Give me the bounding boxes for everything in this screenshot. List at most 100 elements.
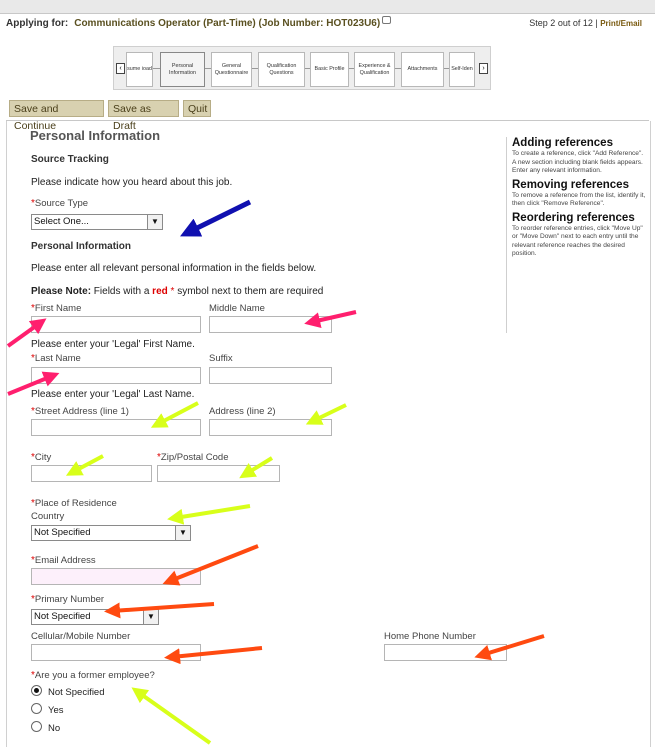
zip-input[interactable] [157,465,280,482]
help-reordering-text: To reorder reference entries, click "Mov… [512,224,643,258]
former-not-specified-radio[interactable] [31,685,42,696]
city-label-text: City [34,452,52,463]
comment-bubble-icon[interactable] [382,16,392,24]
quit-button[interactable]: Quit [183,100,211,117]
residence-label-text: Place of Residence [34,498,117,509]
last-name-hint: Please enter your 'Legal' Last Name. [31,389,195,400]
middle-name-input[interactable] [209,316,332,333]
step-label: Qualification Questions [266,62,297,76]
email-label-text: Email Address [34,555,96,566]
residence-label: *Place of Residence [31,498,117,509]
primary-number-select[interactable]: Not Specified ▼ [31,609,159,625]
first-name-hint: Please enter your 'Legal' First Name. [31,339,195,350]
note-red: red [152,286,168,297]
help-adding-text: To create a reference, click "Add Refere… [512,150,644,174]
step-label: Personal Information [169,62,196,76]
home-phone-input[interactable] [384,644,507,661]
city-input[interactable] [31,465,152,482]
email-input[interactable] [31,568,201,585]
home-phone-label: Home Phone Number [384,631,476,642]
street-address-input[interactable] [31,419,201,436]
former-no-radio[interactable] [31,721,42,732]
country-value: Not Specified [34,527,91,538]
help-removing-title: Removing references [512,178,629,191]
source-intro-text: Please indicate how you heard about this… [31,177,233,188]
middle-name-label: Middle Name [209,303,265,314]
source-type-select[interactable]: Select One... ▼ [31,214,163,230]
source-tracking-heading: Source Tracking [31,154,109,165]
primary-number-value: Not Specified [34,611,91,622]
step-navigator: ‹ › sume ioad Personal Information Gener… [113,46,491,90]
note-mid: Fields with a [91,286,153,297]
job-title: Communications Operator (Part-Time) (Job… [74,18,381,29]
help-adding-title: Adding references [512,137,613,149]
scroll-left-icon[interactable]: ‹ [116,63,125,74]
city-label: *City [31,452,51,463]
source-type-label: *Source Type [31,198,88,209]
source-type-value: Select One... [34,216,89,227]
step-personal-information[interactable]: Personal Information [160,52,205,87]
first-name-label: *First Name [31,303,81,314]
address-line2-label: Address (line 2) [209,406,276,417]
help-sidebar: Adding references To create a reference,… [506,137,648,333]
step-resume-upload[interactable]: sume ioad [126,52,153,87]
last-name-input[interactable] [31,367,201,384]
last-name-label-text: Last Name [34,353,81,364]
save-and-continue-button[interactable]: Save and Continue [9,100,104,132]
former-no-label: No [48,723,61,734]
former-employee-label-text: Are you a former employee? [34,670,155,681]
suffix-input[interactable] [209,367,332,384]
step-indicator: Step 2 out of 12 | Print/Email [529,18,642,28]
step-experience-qualification[interactable]: Experience & Qualification [354,52,395,87]
step-self-identification[interactable]: Self-Iden [449,52,475,87]
save-as-draft-button[interactable]: Save as Draft [108,100,179,132]
former-yes-label: Yes [48,705,64,716]
primary-number-label: *Primary Number [31,594,104,605]
note-suffix: symbol next to them are required [177,286,324,297]
chevron-down-icon: ▼ [143,610,158,624]
step-general-questionnaire[interactable]: General Questionnaire [211,52,252,87]
note-star: * [167,286,178,297]
help-removing-text: To remove a reference from the list, ide… [512,191,646,208]
step-basic-profile[interactable]: Basic Profile [310,52,349,87]
help-reordering-title: Reordering references [512,211,635,224]
source-type-label-text: Source Type [34,198,89,209]
scroll-right-icon[interactable]: › [479,63,488,74]
step-label: Attachments [407,66,438,72]
zip-label: *Zip/Postal Code [157,452,229,463]
cell-label: Cellular/Mobile Number [31,631,131,642]
step-label: Experience & Qualification [358,62,391,76]
required-note: Please Note: Fields with a red * symbol … [31,286,323,297]
personal-intro-text: Please enter all relevant personal infor… [31,263,317,274]
last-name-label: *Last Name [31,353,81,364]
step-attachments[interactable]: Attachments [401,52,444,87]
print-email-link[interactable]: Print/Email [600,19,642,28]
top-bar [0,0,655,14]
step-count: Step 2 out of 12 | [529,18,598,28]
country-label: Country [31,511,65,522]
step-label: Basic Profile [314,66,345,72]
country-select[interactable]: Not Specified ▼ [31,525,191,541]
application-header: Applying for: Communications Operator (Pa… [6,16,648,32]
chevron-down-icon: ▼ [147,215,162,229]
email-label: *Email Address [31,555,96,566]
former-yes-radio[interactable] [31,703,42,714]
street-address-label-text: Street Address (line 1) [34,406,129,417]
step-label: Self-Iden [451,66,473,72]
suffix-label: Suffix [209,353,233,364]
step-qualification-questions[interactable]: Qualification Questions [258,52,305,87]
form-panel: Personal Information Source Tracking Ple… [6,121,651,747]
first-name-input[interactable] [31,316,201,333]
former-not-specified-label: Not Specified [48,687,105,698]
primary-number-label-text: Primary Number [34,594,105,605]
applying-label: Applying for: [6,18,69,29]
action-toolbar: Save and Continue Save as Draft Quit [6,97,649,132]
first-name-label-text: First Name [34,303,82,314]
step-label: General Questionnaire [214,62,249,76]
personal-info-heading: Personal Information [31,241,132,252]
zip-label-text: Zip/Postal Code [160,452,229,463]
address-line2-input[interactable] [209,419,332,436]
chevron-down-icon: ▼ [175,526,190,540]
cell-input[interactable] [31,644,201,661]
page-title: Personal Information [30,128,161,143]
